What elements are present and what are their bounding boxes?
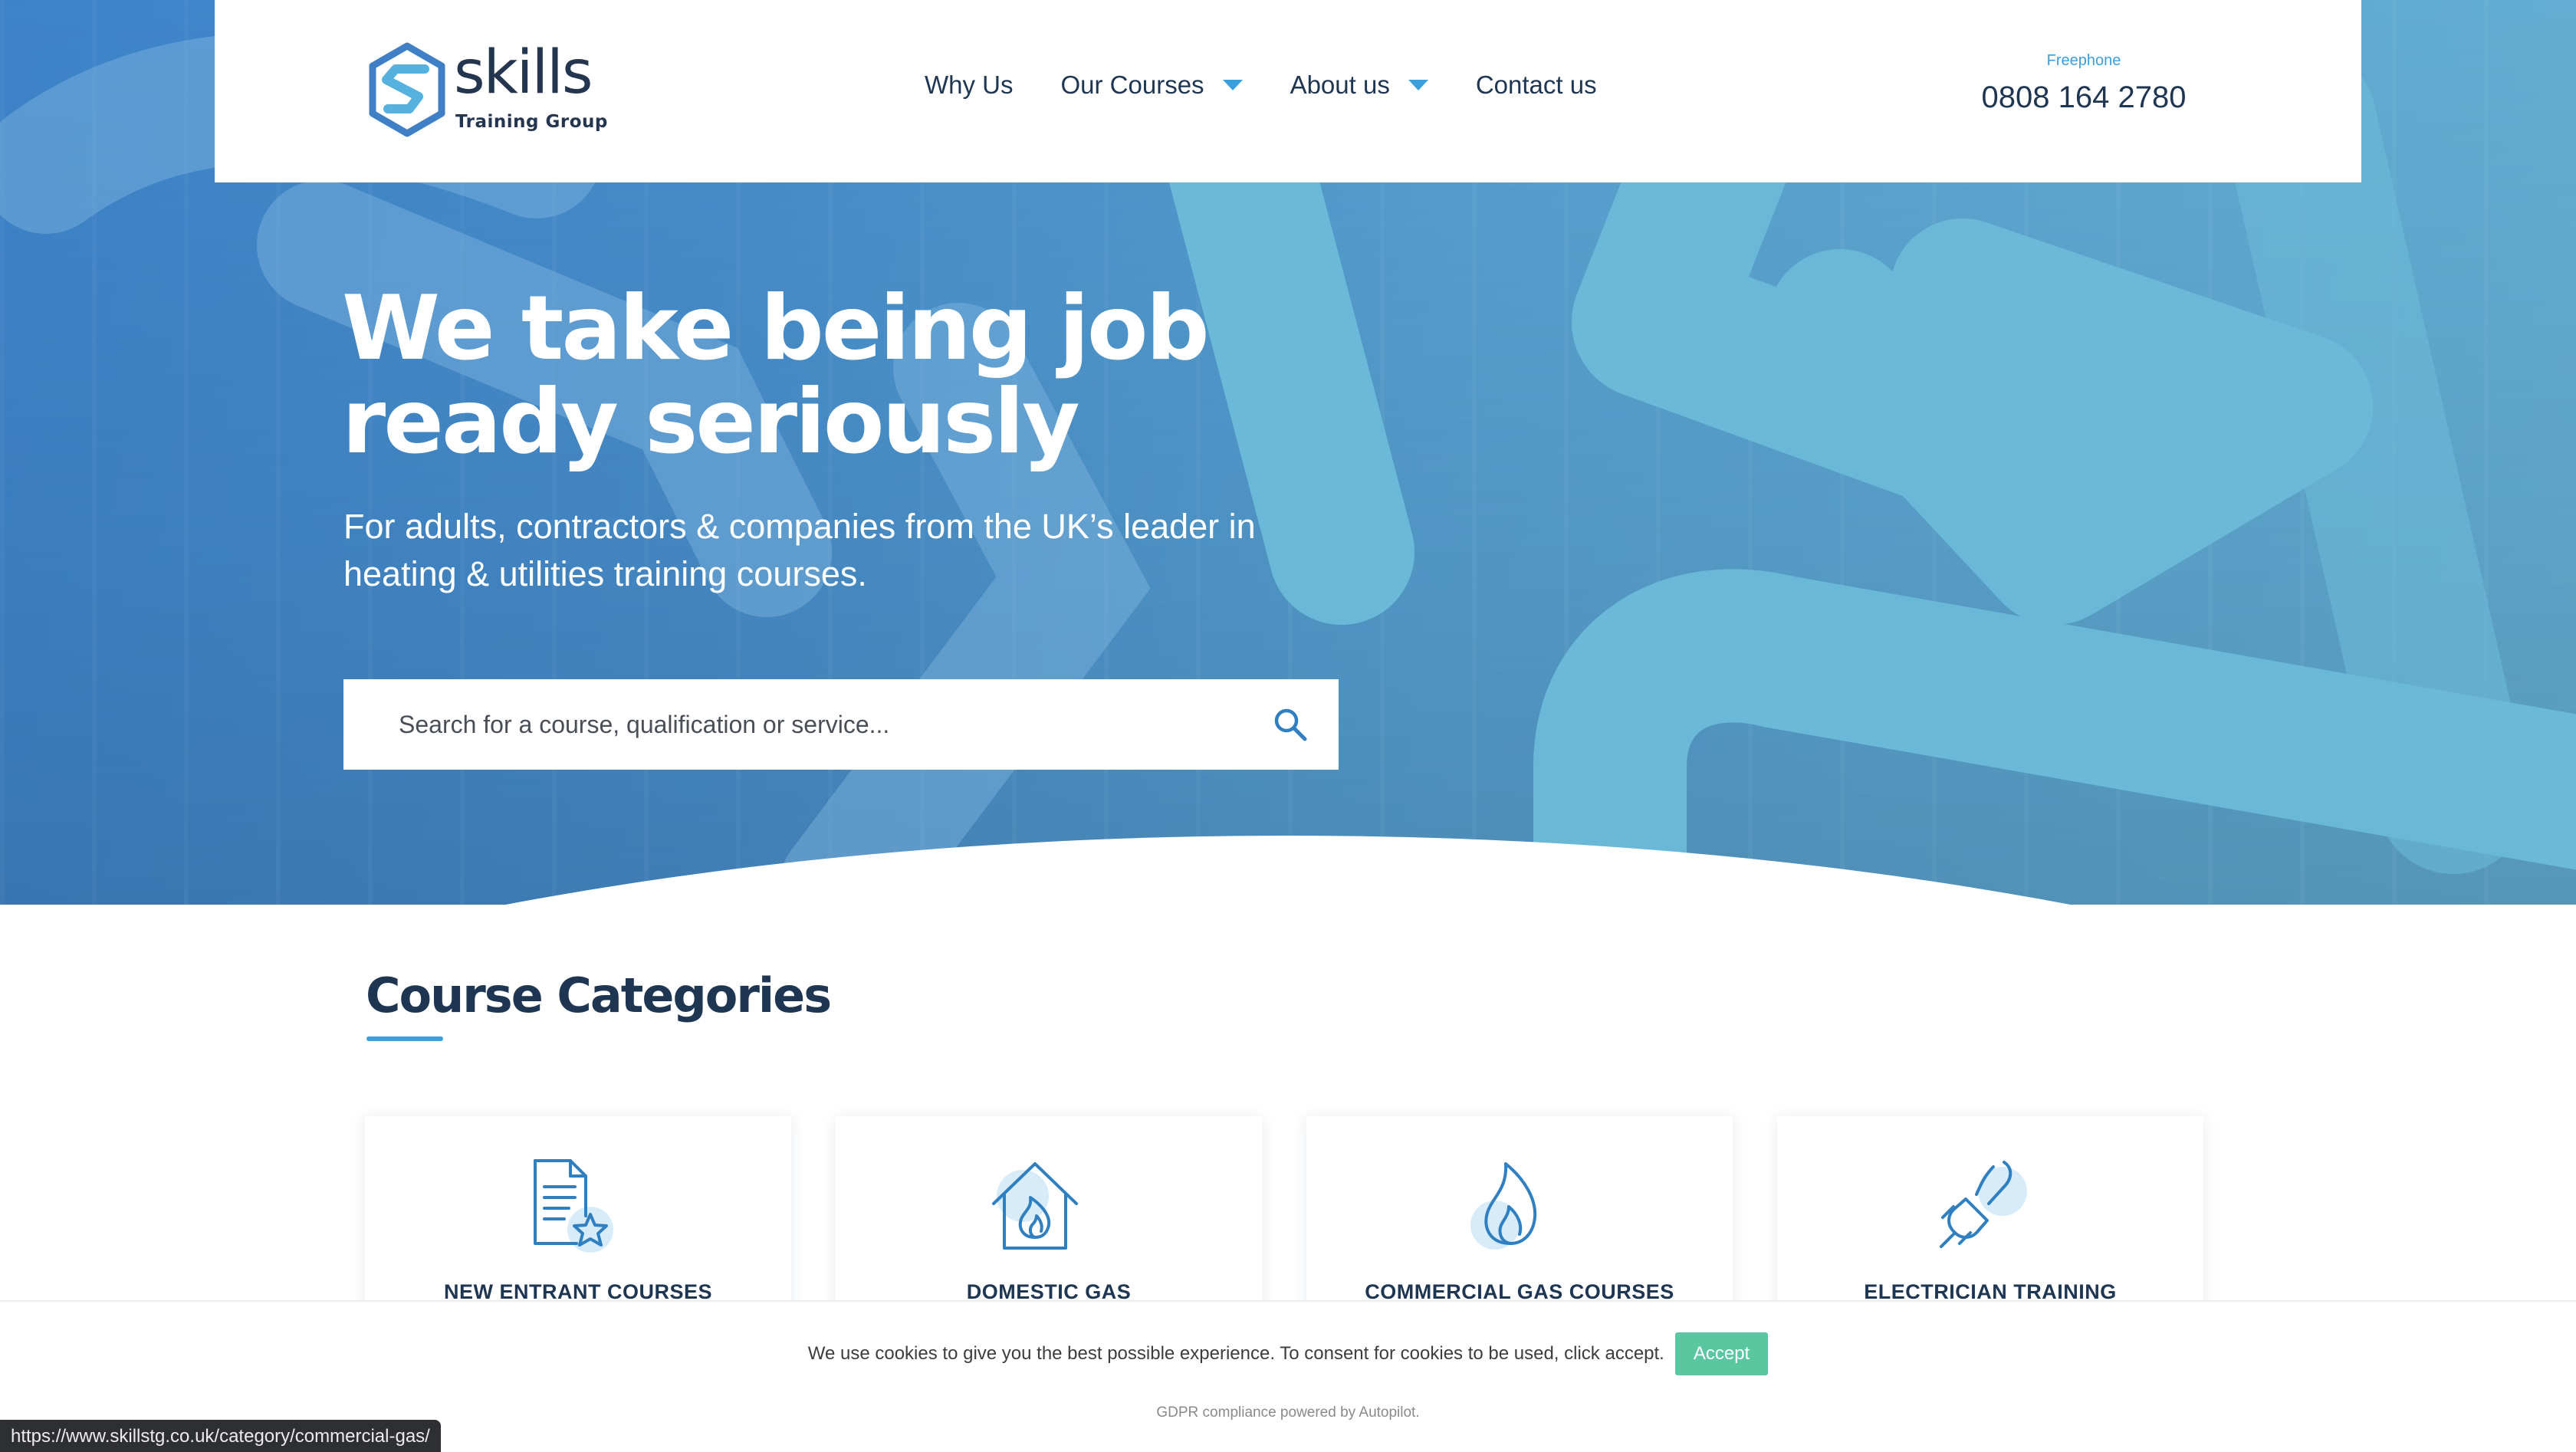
logo-wordmark: skills <box>454 38 593 107</box>
plug-icon <box>1940 1161 2027 1248</box>
logo-subtitle: Training Group <box>455 112 608 132</box>
course-search-box <box>343 679 1339 770</box>
document-star-icon <box>534 1159 613 1253</box>
category-card-domestic-gas[interactable]: DOMESTIC GAS <box>836 1116 1262 1316</box>
cookie-row: We use cookies to give you the best poss… <box>0 1332 2576 1375</box>
nav-why-us[interactable]: Why Us <box>925 71 1014 100</box>
flame-icon <box>1470 1162 1537 1250</box>
nav-our-courses[interactable]: Our Courses <box>1061 71 1243 100</box>
chevron-down-icon <box>1408 80 1428 90</box>
freephone-block: Freephone 0808 164 2780 <box>1969 52 2199 115</box>
accept-cookies-button[interactable]: Accept <box>1674 1332 1769 1375</box>
section-title: Course Categories <box>366 967 832 1023</box>
phone-number-link[interactable]: 0808 164 2780 <box>1969 80 2199 115</box>
hero-title: We take being job ready seriously <box>342 277 1210 474</box>
nav-label: Why Us <box>925 71 1014 99</box>
freephone-label: Freephone <box>2046 52 2121 69</box>
nav-contact-us[interactable]: Contact us <box>1476 71 1597 100</box>
nav-label: Our Courses <box>1060 71 1204 99</box>
search-input[interactable] <box>399 710 1227 739</box>
skills-logo[interactable]: skills Training Group <box>365 38 607 138</box>
hero-subtitle: For adults, contractors & companies from… <box>343 507 1256 593</box>
gdpr-footer-link[interactable]: GDPR compliance powered by Autopilot. <box>0 1404 2576 1421</box>
chevron-down-icon <box>1222 80 1243 90</box>
category-card-new-entrant[interactable]: NEW ENTRANT COURSES <box>365 1116 791 1316</box>
logo-mark-icon <box>369 42 445 137</box>
nav-about-us[interactable]: About us <box>1290 71 1428 100</box>
section-title-underline <box>366 1036 443 1041</box>
category-card-commercial-gas[interactable]: COMMERCIAL GAS COURSES <box>1306 1116 1733 1316</box>
nav-label: Contact us <box>1475 71 1597 99</box>
cookie-message: We use cookies to give you the best poss… <box>807 1343 1664 1364</box>
site-header: skills Training Group Why Us Our Courses… <box>215 0 2361 182</box>
search-icon[interactable] <box>1271 705 1309 744</box>
browser-status-url: https://www.skillstg.co.uk/category/comm… <box>0 1420 441 1452</box>
category-card-electrician[interactable]: ELECTRICIAN TRAINING <box>1777 1116 2203 1316</box>
main-nav: Why Us Our Courses About us Contact us <box>925 71 1644 100</box>
nav-label: About us <box>1290 71 1390 99</box>
house-flame-icon <box>992 1162 1078 1250</box>
